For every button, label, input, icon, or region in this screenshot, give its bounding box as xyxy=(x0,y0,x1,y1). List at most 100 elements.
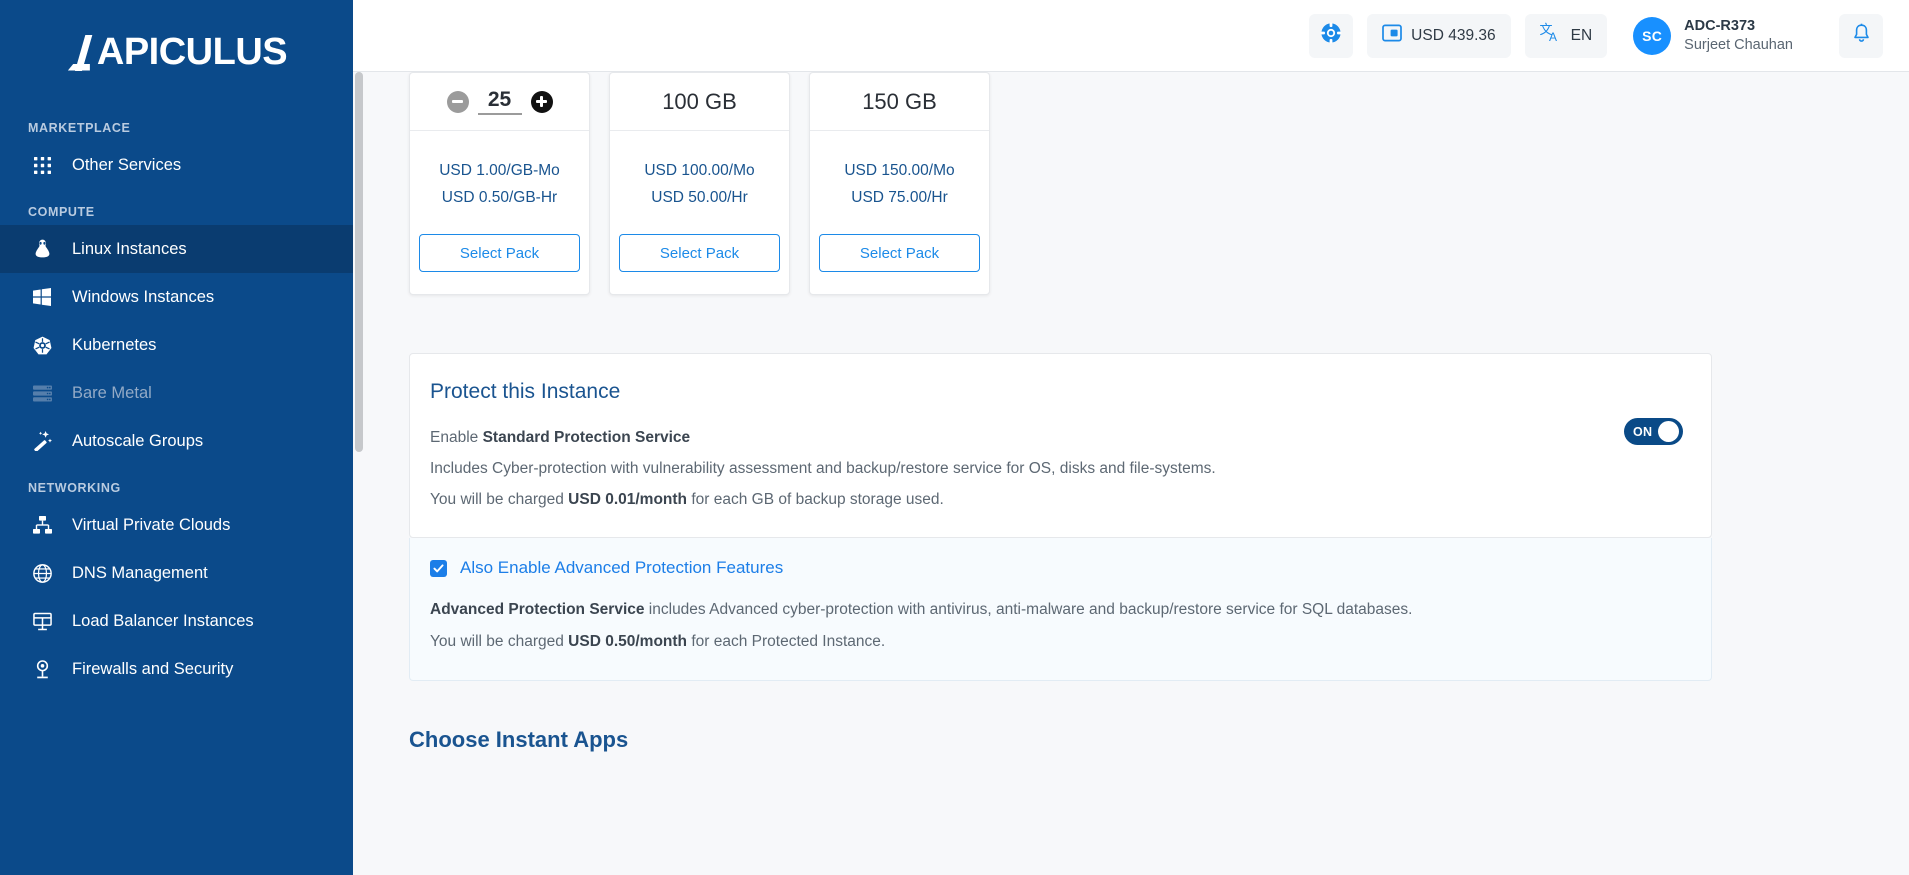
minus-circle-icon[interactable] xyxy=(447,91,469,113)
sidebar-item-dns-management[interactable]: DNS Management xyxy=(0,549,353,597)
network-topology-icon xyxy=(28,516,56,534)
advanced-desc-line: Advanced Protection Service includes Adv… xyxy=(430,594,1681,626)
choose-instant-apps-title: Choose Instant Apps xyxy=(409,727,1853,753)
check-icon xyxy=(433,563,444,574)
notifications-button[interactable] xyxy=(1839,14,1883,58)
sidebar-item-bare-metal[interactable]: Bare Metal xyxy=(0,369,353,417)
linux-penguin-icon xyxy=(28,239,56,259)
pack-price-hourly: USD 50.00/Hr xyxy=(651,184,747,211)
pack-body-custom: USD 1.00/GB-Mo USD 0.50/GB-Hr Select Pac… xyxy=(410,131,589,294)
advanced-charge-prefix: You will be charged xyxy=(430,633,568,650)
logo-mark-icon xyxy=(66,35,96,71)
advanced-desc-rest: includes Advanced cyber-protection with … xyxy=(645,601,1413,618)
pack-body-150gb: USD 150.00/Mo USD 75.00/Hr Select Pack xyxy=(810,131,989,294)
sidebar-item-other-services[interactable]: Other Services xyxy=(0,141,353,189)
protect-enable-prefix: Enable xyxy=(430,429,483,446)
sidebar: APICULUS MARKETPLACE Other Services COMP… xyxy=(0,0,353,875)
bell-icon xyxy=(1851,23,1872,49)
pack-price-hourly: USD 0.50/GB-Hr xyxy=(442,184,557,211)
nav-section-networking: NETWORKING xyxy=(0,481,353,495)
sidebar-item-label: Firewalls and Security xyxy=(72,660,233,679)
protect-enable-line: Enable Standard Protection Service xyxy=(430,422,1681,453)
toggle-label: ON xyxy=(1633,425,1652,439)
quantity-stepper[interactable]: 25 xyxy=(447,88,553,115)
load-balancer-icon xyxy=(28,612,56,631)
select-pack-button[interactable]: Select Pack xyxy=(619,234,780,272)
brand-logo[interactable]: APICULUS xyxy=(0,0,353,105)
sidebar-item-label: Windows Instances xyxy=(72,288,214,307)
storage-pack-list: 25 USD 1.00/GB-Mo USD 0.50/GB-Hr Select … xyxy=(409,72,1853,295)
select-pack-button[interactable]: Select Pack xyxy=(419,234,580,272)
shield-pin-icon xyxy=(28,660,56,679)
sidebar-item-windows-instances[interactable]: Windows Instances xyxy=(0,273,353,321)
grid-icon xyxy=(28,157,56,174)
support-button[interactable] xyxy=(1309,14,1353,58)
content-scrollbar[interactable] xyxy=(353,72,365,875)
pack-card-100gb: 100 GB USD 100.00/Mo USD 50.00/Hr Select… xyxy=(609,72,790,295)
advanced-protection-checkbox[interactable] xyxy=(430,560,447,577)
main-area: USD 439.36 文 A EN SC ADC-R373 Surjeet Ch… xyxy=(353,0,1909,875)
language-label: EN xyxy=(1571,27,1593,45)
sidebar-item-virtual-private-clouds[interactable]: Virtual Private Clouds xyxy=(0,501,353,549)
sidebar-item-firewalls-and-security[interactable]: Firewalls and Security xyxy=(0,645,353,693)
wallet-balance-label: USD 439.36 xyxy=(1411,27,1495,45)
advanced-protection-header[interactable]: Also Enable Advanced Protection Features xyxy=(430,558,1681,578)
server-rack-icon xyxy=(28,385,56,402)
quantity-value[interactable]: 25 xyxy=(478,88,522,115)
select-pack-button[interactable]: Select Pack xyxy=(819,234,980,272)
sidebar-item-label: Linux Instances xyxy=(72,240,187,259)
advanced-protection-card: Also Enable Advanced Protection Features… xyxy=(409,538,1712,681)
scrollbar-thumb[interactable] xyxy=(355,72,363,452)
protect-includes-line: Includes Cyber-protection with vulnerabi… xyxy=(430,453,1681,484)
protect-charge-suffix: for each GB of backup storage used. xyxy=(687,491,944,508)
protect-enable-bold: Standard Protection Service xyxy=(483,429,691,446)
language-button[interactable]: 文 A EN xyxy=(1525,14,1608,58)
content-scroll-region: 25 USD 1.00/GB-Mo USD 0.50/GB-Hr Select … xyxy=(353,72,1909,875)
sidebar-item-linux-instances[interactable]: Linux Instances xyxy=(0,225,353,273)
sidebar-item-label: Kubernetes xyxy=(72,336,156,355)
pack-header-custom: 25 xyxy=(410,73,589,131)
windows-icon xyxy=(28,288,56,306)
pack-price-monthly: USD 100.00/Mo xyxy=(644,157,754,184)
globe-icon xyxy=(28,564,56,583)
advanced-protection-label: Also Enable Advanced Protection Features xyxy=(460,558,783,578)
pack-price-monthly: USD 150.00/Mo xyxy=(844,157,954,184)
pack-card-custom: 25 USD 1.00/GB-Mo USD 0.50/GB-Hr Select … xyxy=(409,72,590,295)
sidebar-item-label: Load Balancer Instances xyxy=(72,612,254,631)
app-root: APICULUS MARKETPLACE Other Services COMP… xyxy=(0,0,1909,875)
pack-size-150gb: 150 GB xyxy=(810,73,989,131)
user-menu[interactable]: SC ADC-R373 Surjeet Chauhan xyxy=(1633,17,1793,55)
advanced-charge-suffix: for each Protected Instance. xyxy=(687,633,885,650)
lifebuoy-icon xyxy=(1320,22,1342,49)
sidebar-item-autoscale-groups[interactable]: Autoscale Groups xyxy=(0,417,353,465)
nav-section-marketplace: MARKETPLACE xyxy=(0,121,353,135)
account-id: ADC-R373 xyxy=(1684,17,1793,35)
pack-card-150gb: 150 GB USD 150.00/Mo USD 75.00/Hr Select… xyxy=(809,72,990,295)
pack-price-monthly: USD 1.00/GB-Mo xyxy=(439,157,560,184)
standard-protection-toggle[interactable]: ON xyxy=(1624,418,1683,445)
pack-body-100gb: USD 100.00/Mo USD 50.00/Hr Select Pack xyxy=(610,131,789,294)
svg-text:A: A xyxy=(1549,30,1557,44)
avatar: SC xyxy=(1633,17,1671,55)
plus-circle-icon[interactable] xyxy=(531,91,553,113)
sidebar-item-label: Virtual Private Clouds xyxy=(72,516,230,535)
magic-wand-icon xyxy=(28,431,56,451)
translate-icon: 文 A xyxy=(1540,22,1562,49)
wallet-icon xyxy=(1382,23,1402,48)
protect-instance-card: Protect this Instance Enable Standard Pr… xyxy=(409,353,1712,538)
sidebar-item-kubernetes[interactable]: Kubernetes xyxy=(0,321,353,369)
nav-section-compute: COMPUTE xyxy=(0,205,353,219)
wallet-balance-button[interactable]: USD 439.36 xyxy=(1367,14,1510,58)
pack-size-100gb: 100 GB xyxy=(610,73,789,131)
sidebar-item-label: Autoscale Groups xyxy=(72,432,203,451)
protect-charge-prefix: You will be charged xyxy=(430,491,568,508)
sidebar-item-load-balancer-instances[interactable]: Load Balancer Instances xyxy=(0,597,353,645)
pack-price-hourly: USD 75.00/Hr xyxy=(851,184,947,211)
logo-text: APICULUS xyxy=(97,31,287,74)
toggle-knob xyxy=(1658,421,1679,442)
user-name: Surjeet Chauhan xyxy=(1684,36,1793,54)
sidebar-item-label: Bare Metal xyxy=(72,384,152,403)
sidebar-item-label: DNS Management xyxy=(72,564,208,583)
kubernetes-icon xyxy=(28,336,56,355)
protect-charge-amount: USD 0.01/month xyxy=(568,491,687,508)
